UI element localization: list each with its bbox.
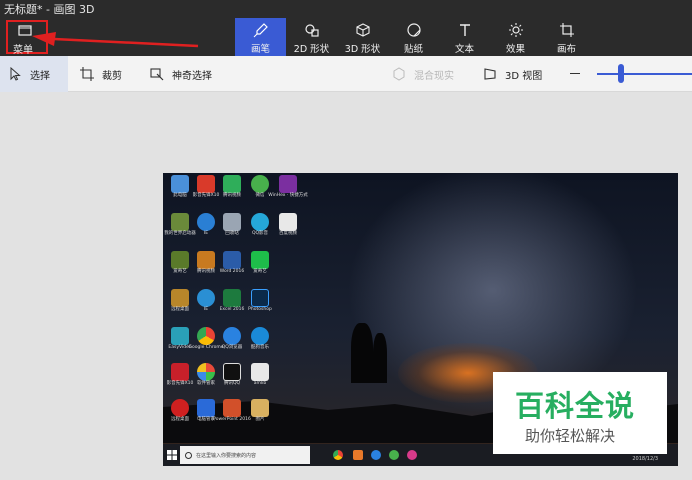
sticker-icon: [406, 23, 421, 37]
tool-brush[interactable]: 画笔: [235, 18, 286, 56]
tool-canvas[interactable]: 画布: [541, 18, 592, 56]
watermark-title: 百科全说: [515, 389, 636, 423]
folder-icon: [18, 25, 32, 36]
zoom-out-icon[interactable]: [570, 73, 580, 74]
watermark: 百科全说 助你轻松解决: [493, 372, 667, 454]
desktop-icon[interactable]: QQ浏览器: [217, 327, 247, 351]
view-3d-button[interactable]: 3D 视图: [483, 56, 542, 92]
taskbar-app[interactable]: [407, 450, 417, 460]
desktop-icon[interactable]: 图片: [245, 399, 275, 423]
mixed-reality-icon: [393, 67, 405, 81]
tool-2d-shapes[interactable]: 2D 形状: [286, 18, 337, 56]
tool-label: 效果: [505, 44, 525, 55]
desktop-icon[interactable]: 酷狗音乐: [245, 327, 275, 351]
mixed-reality-label: 混合现实: [414, 70, 454, 82]
menu-button[interactable]: 菜单: [6, 20, 48, 56]
tree-silhouette: [351, 323, 373, 383]
tool-3d-shapes[interactable]: 3D 形状: [337, 18, 388, 56]
title-bar: 无标题* - 画图 3D: [0, 0, 692, 18]
shapes-2d-icon: [304, 24, 319, 37]
desktop-icon[interactable]: Photoshop: [245, 289, 275, 313]
tool-stickers[interactable]: 贴纸: [388, 18, 439, 56]
brush-icon: [253, 23, 268, 38]
taskbar-search-placeholder: 在这里输入你要搜索的内容: [196, 452, 257, 459]
taskbar-app[interactable]: [353, 450, 363, 460]
desktop-icon[interactable]: Excel 2016: [217, 289, 247, 313]
desktop-icon[interactable]: 百度视频: [273, 213, 303, 237]
tool-label: 画布: [556, 44, 576, 55]
desktop-icons: 此电脑 影音先锋X10 腾讯视频 微信 WinHex · 快捷方式 我的世界启动…: [163, 173, 308, 438]
desktop-icon[interactable]: amlib: [245, 363, 275, 387]
crop-button[interactable]: 裁剪: [80, 56, 122, 92]
crop-label: 裁剪: [102, 70, 122, 82]
effects-icon: [508, 23, 523, 37]
zoom-slider-thumb[interactable]: [618, 64, 624, 83]
text-icon: [459, 24, 470, 36]
cube-icon: [355, 23, 370, 37]
taskbar-clock: 2018/12/3: [632, 456, 658, 462]
zoom-slider-track[interactable]: [597, 73, 692, 75]
windows-start-icon[interactable]: [167, 450, 177, 460]
magic-select-label: 神奇选择: [172, 70, 212, 82]
taskbar-app[interactable]: [389, 450, 399, 460]
magic-select-button[interactable]: 神奇选择: [150, 56, 212, 92]
toolbar: 选择 裁剪 神奇选择 混合现实 3D 视图: [0, 56, 692, 92]
tool-label: 2D 形状: [293, 44, 330, 55]
desktop-icon[interactable]: QQ影音: [245, 213, 275, 237]
tool-label: 画笔: [250, 44, 270, 55]
desktop-icon[interactable]: 腾讯视频: [217, 175, 247, 199]
tool-label: 3D 形状: [344, 44, 381, 55]
desktop-icon[interactable]: PowerPoint 2016: [213, 399, 251, 423]
taskbar-search[interactable]: 在这里输入你要搜索的内容: [180, 446, 310, 464]
watermark-subtitle: 助你轻松解决: [525, 427, 616, 445]
taskbar-app[interactable]: [333, 450, 343, 460]
tool-label: 贴纸: [403, 44, 423, 55]
magic-select-icon: [150, 68, 164, 81]
tool-label: 文本: [454, 44, 474, 55]
crop-icon: [80, 67, 94, 81]
view-3d-icon: [484, 68, 496, 80]
select-label: 选择: [30, 70, 50, 82]
view-3d-label: 3D 视图: [505, 70, 543, 82]
search-icon: [185, 451, 192, 459]
window-title: 无标题* - 画图 3D: [4, 3, 95, 16]
ribbon: 菜单 画笔 2D 形状 3D 形状 贴纸 文本 效果 画布: [0, 18, 692, 56]
cursor-icon: [10, 67, 21, 81]
tree-silhouette: [373, 333, 387, 383]
desktop-icon[interactable]: 爱奇艺: [245, 251, 275, 275]
tool-text[interactable]: 文本: [439, 18, 490, 56]
desktop-icon[interactable]: Word 2016: [217, 251, 247, 275]
canvas-icon: [559, 23, 574, 37]
desktop-icon[interactable]: 回收站: [217, 213, 247, 237]
taskbar-app[interactable]: [371, 450, 381, 460]
desktop-icon[interactable]: WinHex · 快捷方式: [268, 175, 308, 199]
ribbon-tools: 画笔 2D 形状 3D 形状 贴纸 文本 效果 画布: [235, 18, 592, 56]
tool-effects[interactable]: 效果: [490, 18, 541, 56]
menu-label: 菜单: [13, 45, 33, 56]
desktop-icon[interactable]: 腾讯QQ: [217, 363, 247, 387]
select-button[interactable]: 选择: [0, 56, 68, 92]
mixed-reality-button[interactable]: 混合现实: [392, 56, 454, 92]
